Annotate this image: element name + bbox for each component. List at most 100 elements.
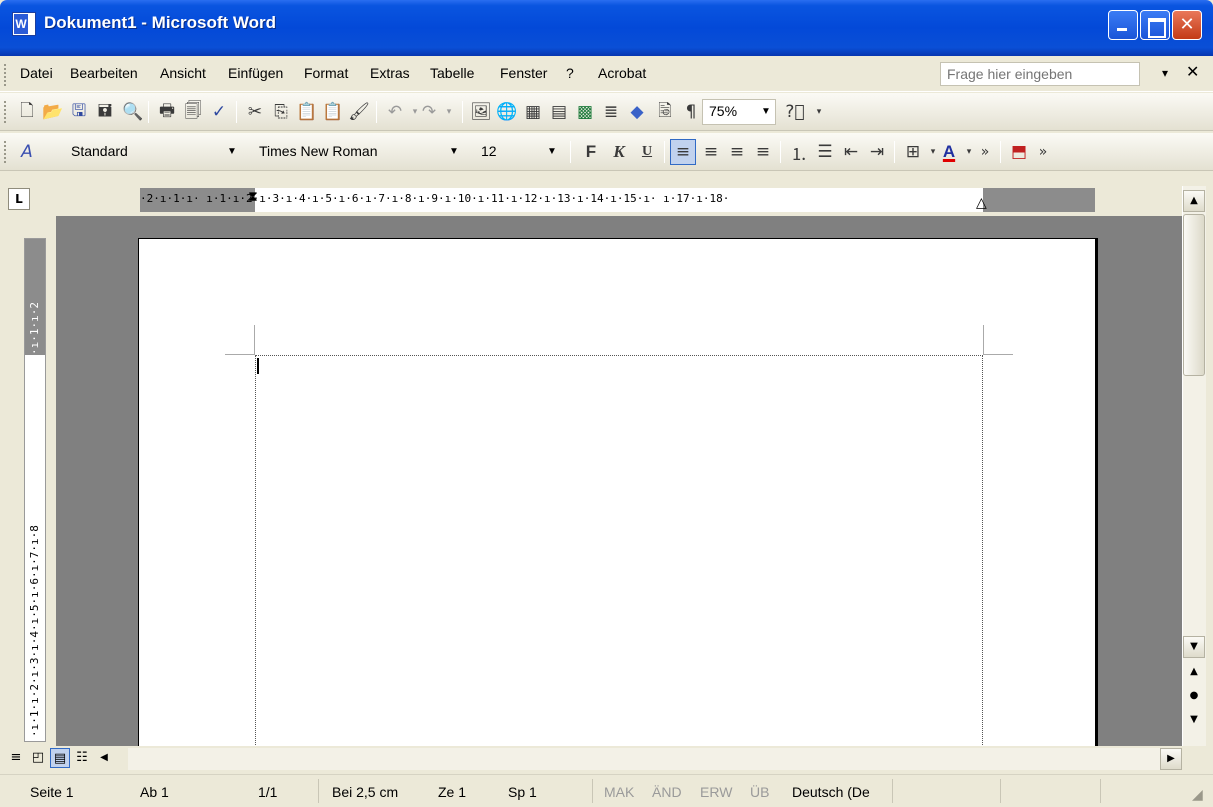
decrease-indent-icon[interactable]: ⇤ (838, 139, 864, 165)
spelling-icon[interactable]: ✓ (206, 99, 232, 125)
next-page-icon[interactable]: ▼ (1183, 710, 1205, 732)
menu-einfuegen[interactable]: Einfügen (228, 65, 283, 81)
more-icon[interactable]: » (972, 139, 998, 165)
font-size-select[interactable]: 12 ▼ (474, 139, 562, 165)
toolbar-options-icon[interactable]: ▾ (806, 99, 832, 125)
previous-page-icon[interactable]: ▲ (1183, 662, 1205, 684)
show-formatting-icon[interactable]: ¶ (678, 99, 704, 125)
columns-icon[interactable]: ≣ (598, 99, 624, 125)
text-body-area[interactable] (255, 355, 983, 746)
menu-extras[interactable]: Extras (370, 65, 410, 81)
print-layout-view-icon[interactable]: ▤ (50, 748, 70, 768)
menu-acrobat[interactable]: Acrobat (598, 65, 646, 81)
paste-icon[interactable]: 📋 (294, 99, 320, 125)
scroll-right-icon[interactable]: ▶ (1160, 748, 1182, 770)
ask-question-input[interactable] (940, 62, 1140, 86)
help-icon[interactable]: ?⃞ (782, 99, 808, 125)
status-aend[interactable]: ÄND (652, 784, 682, 800)
toolbar-grip[interactable] (4, 141, 8, 163)
redo-dropdown-icon[interactable]: ▾ (436, 99, 462, 125)
tab-selector[interactable]: L (8, 188, 30, 210)
zoom-select[interactable]: 75% ▼ (702, 99, 776, 125)
ask-dropdown-icon[interactable]: ▾ (1162, 66, 1168, 80)
vertical-ruler[interactable]: ·ı·1·ı·2 ·ı·1·ı·2·ı·3·ı·4·ı·5·ı·6·ı·7·ı·… (24, 238, 46, 742)
menu-tabelle[interactable]: Tabelle (430, 65, 474, 81)
vertical-scrollbar[interactable]: ▲ ▼ ▲ ● ▼ (1182, 186, 1206, 746)
web-icon[interactable]: 🌐 (494, 99, 520, 125)
align-right-icon[interactable]: ≡ (724, 139, 750, 165)
paste-special-icon[interactable]: 📋 (320, 99, 346, 125)
copy-icon[interactable]: ⎘ (268, 99, 294, 125)
table-draw-icon[interactable]: ▦ (520, 99, 546, 125)
toolbar-separator (148, 101, 149, 123)
new-icon[interactable]: 🗋 (14, 99, 40, 125)
style-select[interactable]: Standard ▼ (64, 139, 242, 165)
word-app-icon[interactable]: W (12, 12, 36, 36)
resize-grip-icon[interactable]: ◢ (1192, 787, 1203, 803)
document-page[interactable] (138, 238, 1098, 746)
print-preview-icon[interactable]: 🗐 (180, 99, 206, 125)
menu-fenster[interactable]: Fenster (500, 65, 547, 81)
insert-drawing-icon[interactable]: 🖼 (468, 99, 494, 125)
status-line: Ze 1 (438, 784, 467, 800)
increase-indent-icon[interactable]: ⇥ (864, 139, 890, 165)
minimize-button[interactable] (1108, 10, 1138, 40)
status-ueb[interactable]: ÜB (750, 784, 769, 800)
styles-icon[interactable]: A (14, 139, 40, 165)
menu-datei[interactable]: Datei (20, 65, 53, 81)
status-separator (1100, 779, 1101, 803)
save-icon[interactable]: 🖫 (66, 99, 92, 125)
maximize-button[interactable] (1140, 10, 1170, 40)
toolbar-grip[interactable] (4, 101, 8, 123)
align-left-icon[interactable]: ≡ (670, 139, 696, 165)
close-document-icon[interactable]: ✕ (1186, 62, 1199, 81)
word-letter: W (14, 14, 28, 34)
scroll-thumb[interactable] (1183, 214, 1205, 376)
horizontal-scrollbar[interactable] (128, 748, 1178, 770)
horizontal-ruler[interactable]: ·2·ı·1·ı· ı·1·ı·2·ı·3·ı·4·ı·5·ı·6·ı·7·ı·… (140, 188, 1095, 212)
drawing-icon[interactable]: ◆ (624, 99, 650, 125)
menu-ansicht[interactable]: Ansicht (160, 65, 206, 81)
menu-bar: Datei Bearbeiten Ansicht Einfügen Format… (0, 56, 1213, 92)
underline-button[interactable]: U (634, 139, 660, 165)
scroll-down-icon[interactable]: ▼ (1183, 636, 1205, 658)
numbering-icon[interactable]: ⒈ (786, 139, 812, 165)
normal-view-icon[interactable]: ≡ (6, 748, 26, 768)
toolbar-separator (780, 141, 781, 163)
close-button[interactable]: ✕ (1172, 10, 1202, 40)
scroll-up-icon[interactable]: ▲ (1183, 190, 1205, 212)
status-mak[interactable]: MAK (604, 784, 634, 800)
font-select[interactable]: Times New Roman ▼ (252, 139, 464, 165)
insert-table-icon[interactable]: ▤ (546, 99, 572, 125)
document-map-icon[interactable]: 🗟 (652, 99, 678, 125)
more-icon[interactable]: » (1030, 139, 1056, 165)
outline-view-icon[interactable]: ☷ (72, 748, 92, 768)
center-icon[interactable]: ≡ (698, 139, 724, 165)
bold-button[interactable]: F (578, 139, 604, 165)
open-icon[interactable]: 📂 (40, 99, 66, 125)
menu-help[interactable]: ? (566, 65, 574, 81)
web-layout-view-icon[interactable]: ◰ (28, 748, 48, 768)
permission-icon[interactable]: 🖬 (92, 99, 118, 125)
status-erw[interactable]: ERW (700, 784, 732, 800)
cut-icon[interactable]: ✂ (242, 99, 268, 125)
left-indent-marker-icon[interactable]: ⧗ (248, 188, 258, 205)
bullets-icon[interactable]: ☰ (812, 139, 838, 165)
window-title: Dokument1 - Microsoft Word (44, 13, 277, 32)
select-browse-object-icon[interactable]: ● (1183, 686, 1205, 708)
menu-bearbeiten[interactable]: Bearbeiten (70, 65, 138, 81)
title-bar[interactable]: W Dokument1 - Microsoft Word ✕ (0, 0, 1213, 56)
print-icon[interactable]: 🖶 (154, 99, 180, 125)
format-painter-icon[interactable]: 🖌 (346, 99, 372, 125)
close-icon: ✕ (1179, 14, 1195, 35)
acrobat-pdf-icon[interactable]: ⬒ (1006, 139, 1032, 165)
right-indent-marker-icon[interactable]: △ (976, 194, 987, 211)
italic-button[interactable]: K (606, 139, 632, 165)
menu-format[interactable]: Format (304, 65, 348, 81)
menubar-grip[interactable] (4, 64, 8, 86)
chevron-down-icon: ▼ (761, 106, 771, 117)
research-icon[interactable]: 🔍 (120, 99, 146, 125)
justify-icon[interactable]: ≡ (750, 139, 776, 165)
scroll-left-icon[interactable]: ◀ (94, 748, 114, 768)
insert-excel-icon[interactable]: ▩ (572, 99, 598, 125)
